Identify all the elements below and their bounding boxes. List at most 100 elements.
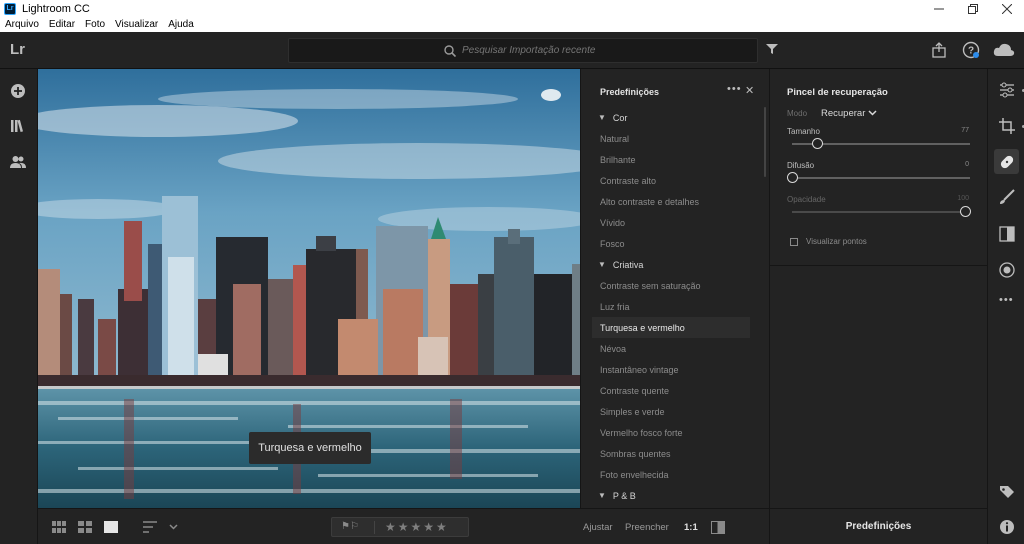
search-input[interactable] (462, 45, 602, 56)
menu-ajuda[interactable]: Ajuda (168, 19, 194, 30)
presets-scrollbar[interactable] (764, 107, 766, 177)
feather-slider-knob[interactable] (787, 172, 798, 183)
cloud-sync-icon[interactable] (993, 43, 1015, 57)
minimize-button[interactable] (922, 0, 956, 17)
flag-rating-control: ⚑⚐ ★★★★★ (331, 517, 469, 537)
feather-slider-track[interactable] (792, 177, 970, 179)
preset-list: ▼ Cor Natural Brilhante Contraste alto Al… (592, 107, 750, 506)
more-tools-icon[interactable]: ••• (999, 294, 1014, 306)
preset-item[interactable]: Contraste quente (592, 380, 750, 401)
left-rail (0, 69, 38, 544)
presets-panel: Predefinições ••• ✕ ▼ Cor Natural Brilhan… (580, 69, 769, 508)
preset-item[interactable]: Luz fria (592, 296, 750, 317)
show-spots-label: Visualizar pontos (806, 237, 867, 246)
preset-item[interactable]: Fosco (592, 233, 750, 254)
preset-item[interactable]: Contraste alto (592, 170, 750, 191)
preset-item[interactable]: Foto envelhecida (592, 464, 750, 485)
menu-visualizar[interactable]: Visualizar (115, 19, 158, 30)
panel-title: Pincel de recuperação (787, 87, 888, 98)
preset-item[interactable]: Vívido (592, 212, 750, 233)
window-titlebar: Lr Lightroom CC (0, 0, 1024, 17)
preset-group-pb[interactable]: ▼ P & B (592, 485, 750, 506)
size-slider-label: Tamanho (787, 127, 820, 136)
search-box[interactable] (288, 38, 758, 63)
restore-icon (968, 3, 978, 14)
menu-foto[interactable]: Foto (85, 19, 105, 30)
search-icon (444, 44, 456, 57)
panel-divider (770, 265, 988, 266)
mode-dropdown[interactable]: Recuperar (821, 108, 877, 119)
preset-item[interactable]: Névoa (592, 338, 750, 359)
preset-toast: Turquesa e vermelho (249, 432, 371, 464)
sort-icon[interactable] (143, 521, 159, 533)
mode-label: Modo (787, 109, 808, 118)
people-icon[interactable] (10, 154, 26, 170)
opacity-slider-track[interactable] (792, 211, 970, 213)
grid-small-icon[interactable] (52, 521, 66, 533)
info-icon[interactable] (999, 519, 1015, 535)
single-view-icon[interactable] (104, 521, 118, 533)
menu-editar[interactable]: Editar (49, 19, 75, 30)
menu-bar: Arquivo Editar Foto Visualizar Ajuda (0, 17, 1024, 32)
size-slider-value: 77 (961, 127, 969, 134)
brush-icon[interactable] (999, 189, 1015, 205)
preset-group-cor[interactable]: ▼ Cor (592, 107, 750, 128)
preset-item[interactable]: Vermelho fosco forte (592, 422, 750, 443)
help-icon[interactable]: ? (962, 41, 980, 59)
size-slider-knob[interactable] (812, 138, 823, 149)
chevron-down-icon: ▼ (598, 113, 606, 122)
preset-item[interactable]: Sombras quentes (592, 443, 750, 464)
lr-logo: Lr (10, 41, 25, 58)
edit-tool-rail: ••• (987, 69, 1024, 544)
presets-toggle-button[interactable]: Predefinições (769, 508, 987, 544)
zoom-fit-button[interactable]: Ajustar (583, 522, 613, 533)
lightroom-app-icon: Lr (4, 2, 16, 15)
close-window-button[interactable] (990, 0, 1024, 17)
radial-gradient-icon[interactable] (999, 262, 1015, 278)
grid-large-icon[interactable] (78, 521, 92, 533)
star-rating[interactable]: ★★★★★ (385, 520, 449, 534)
edit-sliders-icon[interactable] (999, 82, 1015, 98)
show-spots-checkbox-row[interactable]: Visualizar pontos (790, 237, 867, 246)
chevron-down-icon: ▼ (598, 260, 606, 269)
healing-brush-panel: Pincel de recuperação Modo Recuperar Tam… (769, 69, 988, 508)
opacity-slider-label: Opacidade (787, 195, 826, 204)
close-icon[interactable]: ✕ (745, 84, 754, 97)
preset-item[interactable]: Alto contraste e detalhes (592, 191, 750, 212)
library-icon[interactable] (10, 118, 26, 134)
before-after-icon[interactable] (711, 521, 725, 534)
tag-icon[interactable] (999, 485, 1015, 501)
photo-canvas[interactable]: Turquesa e vermelho (38, 69, 580, 508)
restore-button[interactable] (956, 0, 990, 17)
show-spots-checkbox[interactable] (790, 237, 798, 246)
zoom-fill-button[interactable]: Preencher (625, 522, 669, 533)
share-icon[interactable] (932, 42, 946, 58)
app-header: Lr ? (0, 32, 1024, 69)
chevron-down-icon[interactable] (169, 524, 178, 530)
feather-slider-value: 0 (965, 161, 969, 168)
minimize-icon (934, 8, 944, 9)
crop-icon[interactable] (999, 118, 1015, 134)
add-photos-icon[interactable] (10, 83, 26, 99)
flag-icons[interactable]: ⚑⚐ (341, 521, 359, 532)
menu-arquivo[interactable]: Arquivo (5, 19, 39, 30)
window-title: Lightroom CC (22, 2, 90, 15)
zoom-1to1-button[interactable]: 1:1 (684, 522, 698, 533)
filter-icon[interactable] (766, 43, 778, 55)
bottom-toolbar: ⚑⚐ ★★★★★ Ajustar Preencher 1:1 (38, 508, 769, 544)
chevron-down-icon: ▼ (598, 491, 606, 500)
preset-item[interactable]: Natural (592, 128, 750, 149)
preset-item[interactable]: Instantâneo vintage (592, 359, 750, 380)
close-icon (1002, 3, 1012, 14)
preset-item[interactable]: Simples e verde (592, 401, 750, 422)
linear-gradient-icon[interactable] (999, 226, 1015, 242)
preset-group-criativa[interactable]: ▼ Criativa (592, 254, 750, 275)
preset-item[interactable]: Contraste sem saturação (592, 275, 750, 296)
healing-brush-icon[interactable] (999, 154, 1015, 170)
preset-item-selected[interactable]: Turquesa e vermelho (592, 317, 750, 338)
more-options-icon[interactable]: ••• (727, 83, 742, 95)
opacity-slider-value: 100 (957, 195, 969, 202)
preset-item[interactable]: Brilhante (592, 149, 750, 170)
chevron-down-icon (868, 110, 877, 116)
opacity-slider-knob[interactable] (960, 206, 971, 217)
